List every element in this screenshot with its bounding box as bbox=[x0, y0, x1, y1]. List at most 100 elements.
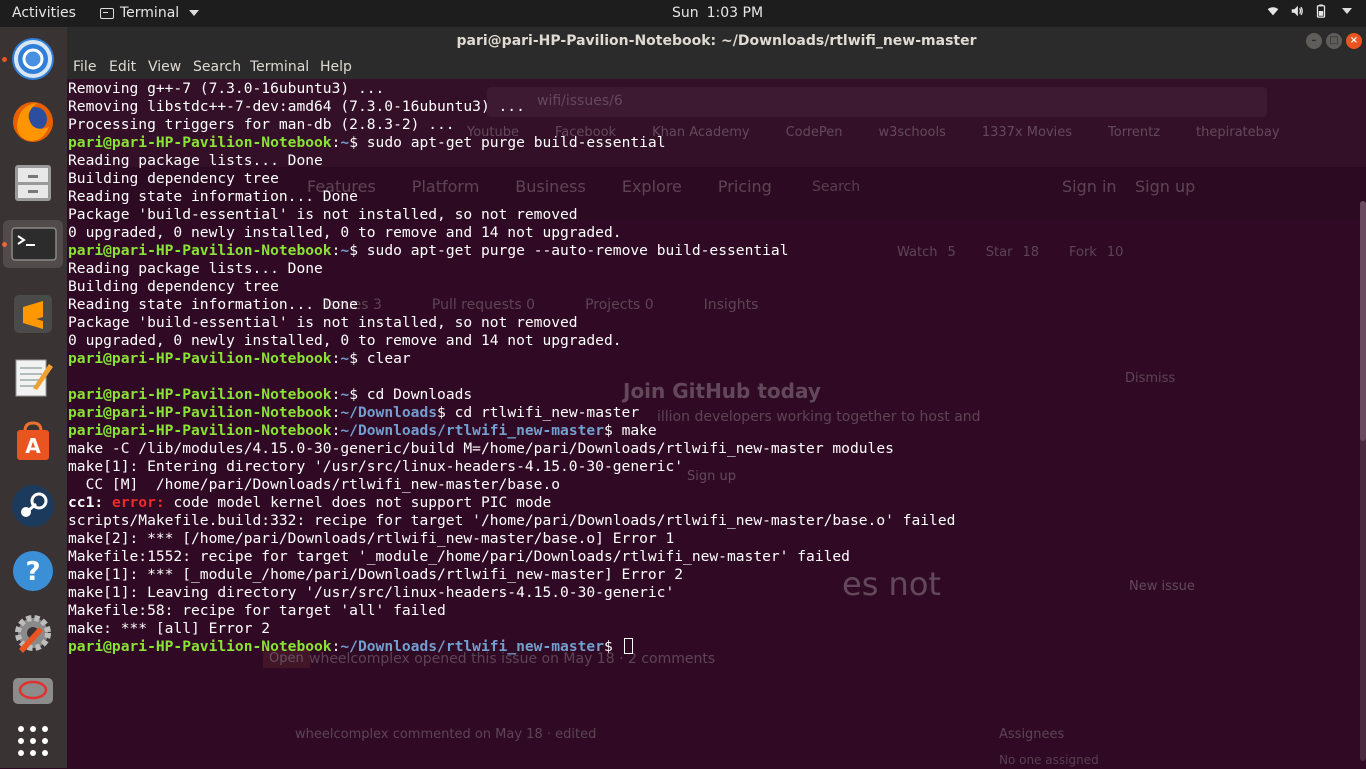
system-menu-chevron-icon bbox=[1342, 8, 1352, 14]
output-line: CC [M] /home/pari/Downloads/rtlwifi_new-… bbox=[68, 476, 955, 494]
ghost-comment-head: wheelcomplex commented on May 18 · edite… bbox=[295, 727, 597, 742]
app-menu[interactable]: Terminal bbox=[100, 5, 200, 21]
screenshot-tool-icon[interactable] bbox=[9, 670, 57, 718]
command-text: sudo apt-get purge --auto-remove build-e… bbox=[366, 242, 789, 259]
prompt-line: pari@pari-HP-Pavilion-Notebook:~$ sudo a… bbox=[68, 134, 955, 152]
output-text: Building dependency tree bbox=[68, 170, 279, 187]
sublime-text-icon[interactable] bbox=[9, 290, 57, 338]
text-editor-icon[interactable] bbox=[9, 352, 57, 400]
output-text: make[1]: *** [_module_/home/pari/Downloa… bbox=[68, 566, 684, 583]
error-label: error: bbox=[111, 494, 165, 511]
prompt-symbol: $ bbox=[437, 404, 455, 421]
command-text: cd rtlwifi_new-master bbox=[454, 404, 640, 421]
output-line: make[1]: *** [_module_/home/pari/Downloa… bbox=[68, 566, 955, 584]
prompt-line: pari@pari-HP-Pavilion-Notebook:~$ cd Dow… bbox=[68, 386, 955, 404]
output-text: Reading state information... Done bbox=[68, 188, 358, 205]
terminal-lines: Removing g++-7 (7.3.0-16ubuntu3) ... Remo… bbox=[68, 80, 955, 656]
output-line: Reading state information... Done bbox=[68, 296, 955, 314]
prompt-symbol: $ bbox=[349, 386, 367, 403]
system-tray[interactable] bbox=[1266, 4, 1352, 18]
help-icon[interactable]: ? bbox=[9, 547, 57, 595]
wifi-icon bbox=[1267, 7, 1279, 16]
output-line: make[2]: *** [/home/pari/Downloads/rtlwi… bbox=[68, 530, 955, 548]
output-text: Reading package lists... Done bbox=[68, 260, 323, 277]
menu-terminal[interactable]: Terminal bbox=[250, 59, 309, 75]
output-text: 0 upgraded, 0 newly installed, 0 to remo… bbox=[68, 224, 622, 241]
prompt-path: ~ bbox=[340, 386, 350, 403]
prompt-line: pari@pari-HP-Pavilion-Notebook:~/Downloa… bbox=[68, 422, 955, 440]
clock[interactable]: Sun 1:03 PM bbox=[672, 5, 763, 21]
ghost-star-count: 18 bbox=[1022, 245, 1039, 260]
scrollbar-thumb[interactable] bbox=[1360, 201, 1366, 441]
window-titlebar[interactable]: pari@pari-HP-Pavilion-Notebook: ~/Downlo… bbox=[67, 27, 1366, 56]
firefox-icon[interactable] bbox=[9, 97, 57, 145]
prompt-path: ~ bbox=[340, 350, 350, 367]
menu-help[interactable]: Help bbox=[320, 59, 352, 75]
prompt-path: ~/Downloads/rtlwifi_new-master bbox=[340, 638, 604, 655]
output-line: Processing triggers for man-db (2.8.3-2)… bbox=[68, 116, 955, 134]
terminal-dock-icon[interactable] bbox=[3, 220, 63, 268]
output-line: scripts/Makefile.build:332: recipe for t… bbox=[68, 512, 955, 530]
output-text: make: *** [all] Error 2 bbox=[68, 620, 271, 637]
ghost-fork-count: 10 bbox=[1106, 245, 1124, 260]
terminal-output[interactable]: wifi/issues/6 Youtube Facebook Khan Acad… bbox=[67, 79, 1366, 768]
prompt-symbol: $ bbox=[349, 134, 367, 151]
scrollbar[interactable] bbox=[1360, 201, 1366, 761]
output-line: Package 'build-essential' is not install… bbox=[68, 314, 955, 332]
menu-search[interactable]: Search bbox=[193, 59, 241, 75]
output-line: Reading package lists... Done bbox=[68, 260, 955, 278]
output-line: cc1: error: code model kernel does not s… bbox=[68, 494, 955, 512]
output-line: Reading package lists... Done bbox=[68, 152, 955, 170]
menu-view[interactable]: View bbox=[148, 59, 181, 75]
maximize-button[interactable]: □ bbox=[1326, 33, 1342, 49]
output-line: Building dependency tree bbox=[68, 278, 955, 296]
output-line: Removing libstdc++-7-dev:amd64 (7.3.0-16… bbox=[68, 98, 955, 116]
dock: A ? bbox=[0, 27, 67, 768]
menu-edit[interactable]: Edit bbox=[109, 59, 136, 75]
prompt-line: pari@pari-HP-Pavilion-Notebook:~$ clear bbox=[68, 350, 955, 368]
app-menu-label: Terminal bbox=[120, 5, 180, 21]
ghost-new-issue: New issue bbox=[1129, 579, 1195, 594]
prompt-line: pari@pari-HP-Pavilion-Notebook:~/Downloa… bbox=[68, 404, 955, 422]
steam-icon[interactable] bbox=[9, 482, 57, 530]
running-indicator bbox=[2, 57, 7, 62]
output-text: Package 'build-essential' is not install… bbox=[68, 314, 578, 331]
show-applications-icon[interactable] bbox=[9, 717, 57, 765]
output-line: Makefile:1552: recipe for target '_modul… bbox=[68, 548, 955, 566]
system-settings-icon[interactable] bbox=[9, 609, 57, 657]
prompt-user: pari@pari-HP-Pavilion-Notebook bbox=[68, 404, 332, 421]
output-text: make[1]: Entering directory '/usr/src/li… bbox=[68, 458, 684, 475]
ghost-dismiss: Dismiss bbox=[1125, 371, 1176, 386]
prompt-path: ~/Downloads bbox=[340, 404, 438, 421]
prompt-user: pari@pari-HP-Pavilion-Notebook bbox=[68, 242, 332, 259]
prompt-user: pari@pari-HP-Pavilion-Notebook bbox=[68, 422, 332, 439]
svg-text:A: A bbox=[25, 434, 41, 458]
output-line: Removing g++-7 (7.3.0-16ubuntu3) ... bbox=[68, 80, 955, 98]
svg-text:?: ? bbox=[25, 557, 40, 587]
ghost-sign-in: Sign in bbox=[1062, 177, 1117, 196]
terminal-icon bbox=[100, 7, 114, 19]
volume-icon bbox=[1291, 5, 1303, 17]
chromium-icon[interactable] bbox=[9, 35, 57, 83]
command-text: make bbox=[621, 422, 657, 439]
terminal-window: pari@pari-HP-Pavilion-Notebook: ~/Downlo… bbox=[67, 27, 1366, 768]
menu-file[interactable]: File bbox=[73, 59, 96, 75]
files-icon[interactable] bbox=[9, 159, 57, 207]
prompt-path: ~ bbox=[340, 242, 350, 259]
clock-day: Sun bbox=[672, 5, 699, 21]
output-line: 0 upgraded, 0 newly installed, 0 to remo… bbox=[68, 332, 955, 350]
error-message: code model kernel does not support PIC m… bbox=[164, 494, 552, 511]
software-center-icon[interactable]: A bbox=[9, 417, 57, 465]
close-button[interactable]: × bbox=[1346, 33, 1362, 49]
ghost-bookmark: thepiratebay bbox=[1196, 125, 1280, 140]
clock-time: 1:03 PM bbox=[706, 5, 764, 21]
minimize-button[interactable]: – bbox=[1306, 33, 1322, 49]
command-text: cd Downloads bbox=[366, 386, 473, 403]
ghost-assignees: Assignees bbox=[999, 727, 1065, 742]
prompt-line: pari@pari-HP-Pavilion-Notebook:~$ sudo a… bbox=[68, 242, 955, 260]
activities-button[interactable]: Activities bbox=[12, 5, 76, 21]
prompt-path: ~ bbox=[340, 134, 350, 151]
output-line: 0 upgraded, 0 newly installed, 0 to remo… bbox=[68, 224, 955, 242]
output-text: Reading package lists... Done bbox=[68, 152, 323, 169]
ghost-sign-up: Sign up bbox=[1135, 177, 1196, 196]
